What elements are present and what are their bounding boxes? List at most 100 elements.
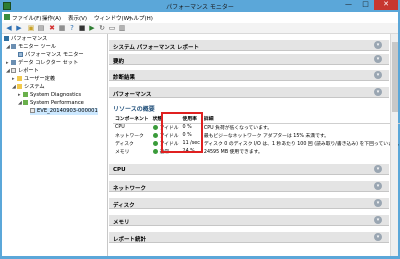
forward-arrow-icon[interactable]: ▶: [15, 24, 23, 32]
section-network[interactable]: ネットワーク ▾: [109, 181, 389, 192]
cell-component: ディスク: [115, 141, 134, 147]
section-label: 診断結果: [113, 75, 136, 81]
report-icon[interactable]: ▥: [118, 24, 126, 32]
export-icon[interactable]: ▭: [108, 24, 116, 32]
status-ok-icon: [152, 124, 158, 130]
status-highlight-box: [161, 112, 203, 153]
minimize-button[interactable]: —: [340, 0, 357, 10]
collapse-chevron-icon[interactable]: ▾: [374, 233, 382, 241]
performance-icon: [4, 36, 9, 41]
performance-report-icon: [23, 100, 28, 105]
close-button[interactable]: ✕: [374, 0, 398, 10]
section-system-perf-report[interactable]: システム パフォーマンス レポート ▾: [109, 40, 389, 51]
collapse-chevron-icon[interactable]: ▾: [374, 199, 382, 207]
tree-item-system-performance[interactable]: ◢ System Performance: [18, 100, 84, 107]
tree-item-system-diagnostics[interactable]: ▸ System Diagnostics: [18, 92, 81, 99]
tree-label: パフォーマンス: [11, 36, 48, 42]
menu-bar: ファイル(F) 操作(A) 表示(V) ウィンドウ(W) ヘルプ(H): [2, 12, 398, 23]
folder-icon: [17, 76, 22, 81]
collapse-chevron-icon[interactable]: ▾: [374, 71, 382, 79]
tree-item-data-collector-sets[interactable]: ▸ データ コレクター セット: [6, 60, 78, 67]
collapse-chevron-icon[interactable]: ▾: [374, 41, 382, 49]
tree-item-reports[interactable]: ◢ レポート: [6, 68, 39, 75]
folder-up-icon[interactable]: ▣: [27, 24, 35, 32]
table-row: メモリ 通常 24 % 24595 MB 使用できます。: [113, 147, 400, 155]
cell-component: ネットワーク: [115, 133, 144, 139]
section-memory[interactable]: メモリ ▾: [109, 215, 389, 226]
section-performance[interactable]: パフォーマンス ▾: [109, 87, 389, 98]
title-bar: パフォーマンス モニター — □ ✕: [0, 0, 400, 12]
collapse-chevron-icon[interactable]: ▾: [374, 88, 382, 96]
menu-view[interactable]: 表示(V): [68, 14, 87, 22]
cell-details: 24595 MB 使用できます。: [203, 149, 263, 155]
table-row: ディスク アイドル 11 /sec ディスク 0 のディスク I/O は、1 秒…: [113, 139, 400, 147]
tree-label: システム: [24, 84, 45, 90]
collector-folder-icon: [11, 60, 16, 65]
resource-overview-table: コンポーネント 状態 使用率 詳細 CPU アイドル 0 % CPU 負荷が低く…: [113, 115, 400, 155]
maximize-button[interactable]: □: [357, 0, 374, 10]
refresh-icon[interactable]: ↻: [98, 24, 106, 32]
section-label: CPU: [113, 167, 126, 173]
cell-details: ディスク 0 のディスク I/O は、1 秒あたり 100 回 (読み取り/書き…: [203, 141, 400, 147]
header-details: 詳細: [201, 115, 400, 124]
show-hide-tree-icon[interactable]: ▤: [37, 24, 45, 32]
delete-icon[interactable]: ✖: [48, 24, 56, 32]
stop-icon[interactable]: ■: [78, 24, 86, 32]
collapse-chevron-icon[interactable]: ▾: [374, 216, 382, 224]
status-ok-icon: [152, 148, 158, 154]
cell-details: 最もビジーなネットワーク アダプターは 15% 未満です。: [203, 133, 329, 139]
tree-item-user-defined[interactable]: ▸ ユーザー定義: [12, 76, 55, 83]
tools-folder-icon: [11, 44, 16, 49]
navigation-tree: パフォーマンス ◢ モニター ツール パフォーマンス モニター ▸ データ コレクタ…: [2, 34, 108, 256]
tree-label: モニター ツール: [18, 44, 56, 50]
cell-component: メモリ: [115, 149, 130, 155]
section-label: 要約: [113, 59, 125, 65]
section-label: ネットワーク: [113, 186, 147, 192]
section-diagnostic-results[interactable]: 診断結果 ▾: [109, 70, 389, 81]
section-label: システム パフォーマンス レポート: [113, 45, 200, 51]
help-icon[interactable]: ?: [68, 24, 76, 32]
toolbar: ◀ ▶ ▣ ▤ ✖ ▦ ? ■ ▶ ↻ ▭ ▥: [2, 23, 398, 34]
folder-icon: [17, 84, 22, 89]
tree-item-system[interactable]: ◢ システム: [12, 84, 45, 91]
diagnostics-report-icon: [23, 92, 28, 97]
start-icon[interactable]: ▶: [88, 24, 96, 32]
section-disk[interactable]: ディスク ▾: [109, 198, 389, 209]
vertical-scrollbar[interactable]: [390, 34, 398, 256]
tree-item-monitor-tools[interactable]: ◢ モニター ツール: [6, 44, 56, 51]
menu-window[interactable]: ウィンドウ(W): [94, 14, 131, 22]
header-component: コンポーネント: [113, 115, 151, 124]
tree-label: EVE_20140903-000001: [37, 108, 98, 114]
report-file-icon: [30, 108, 35, 113]
tree-label: レポート: [18, 68, 39, 74]
tree-label: データ コレクター セット: [18, 60, 79, 66]
collapse-chevron-icon[interactable]: ▾: [374, 55, 382, 63]
cell-component: CPU: [115, 124, 125, 130]
status-ok-icon: [152, 140, 158, 146]
back-arrow-icon[interactable]: ◀: [5, 24, 13, 32]
scrollbar-thumb[interactable]: [392, 42, 398, 112]
tree-item-performance[interactable]: パフォーマンス: [4, 36, 47, 43]
section-summary[interactable]: 要約 ▾: [109, 54, 389, 65]
tree-item-report-selected[interactable]: EVE_20140903-000001: [30, 108, 98, 115]
menu-app-icon[interactable]: [4, 14, 10, 20]
collapse-chevron-icon[interactable]: ▾: [374, 165, 382, 173]
table-row: ネットワーク アイドル 0 % 最もビジーなネットワーク アダプターは 15% …: [113, 131, 400, 139]
section-report-stats[interactable]: レポート統計 ▾: [109, 232, 389, 243]
menu-file[interactable]: ファイル(F): [12, 14, 41, 22]
resource-overview-title: リソースの概要: [113, 106, 155, 113]
section-label: メモリ: [113, 220, 130, 226]
section-cpu[interactable]: CPU ▾: [109, 164, 389, 175]
cell-details: CPU 負荷が低くなっています。: [203, 125, 273, 131]
menu-help[interactable]: ヘルプ(H): [128, 14, 153, 22]
collapse-chevron-icon[interactable]: ▾: [374, 182, 382, 190]
status-ok-icon: [152, 132, 158, 138]
table-row: CPU アイドル 0 % CPU 負荷が低くなっています。: [113, 123, 400, 131]
reports-icon: [11, 68, 16, 73]
section-label: レポート統計: [113, 237, 147, 243]
menu-action[interactable]: 操作(A): [42, 14, 61, 22]
tree-item-perf-monitor[interactable]: パフォーマンス モニター: [18, 52, 84, 59]
tree-label: パフォーマンス モニター: [25, 52, 84, 58]
report-pane: システム パフォーマンス レポート ▾ 要約 ▾ 診断結果 ▾ パフォーマンス …: [109, 34, 400, 256]
properties-icon[interactable]: ▦: [58, 24, 66, 32]
